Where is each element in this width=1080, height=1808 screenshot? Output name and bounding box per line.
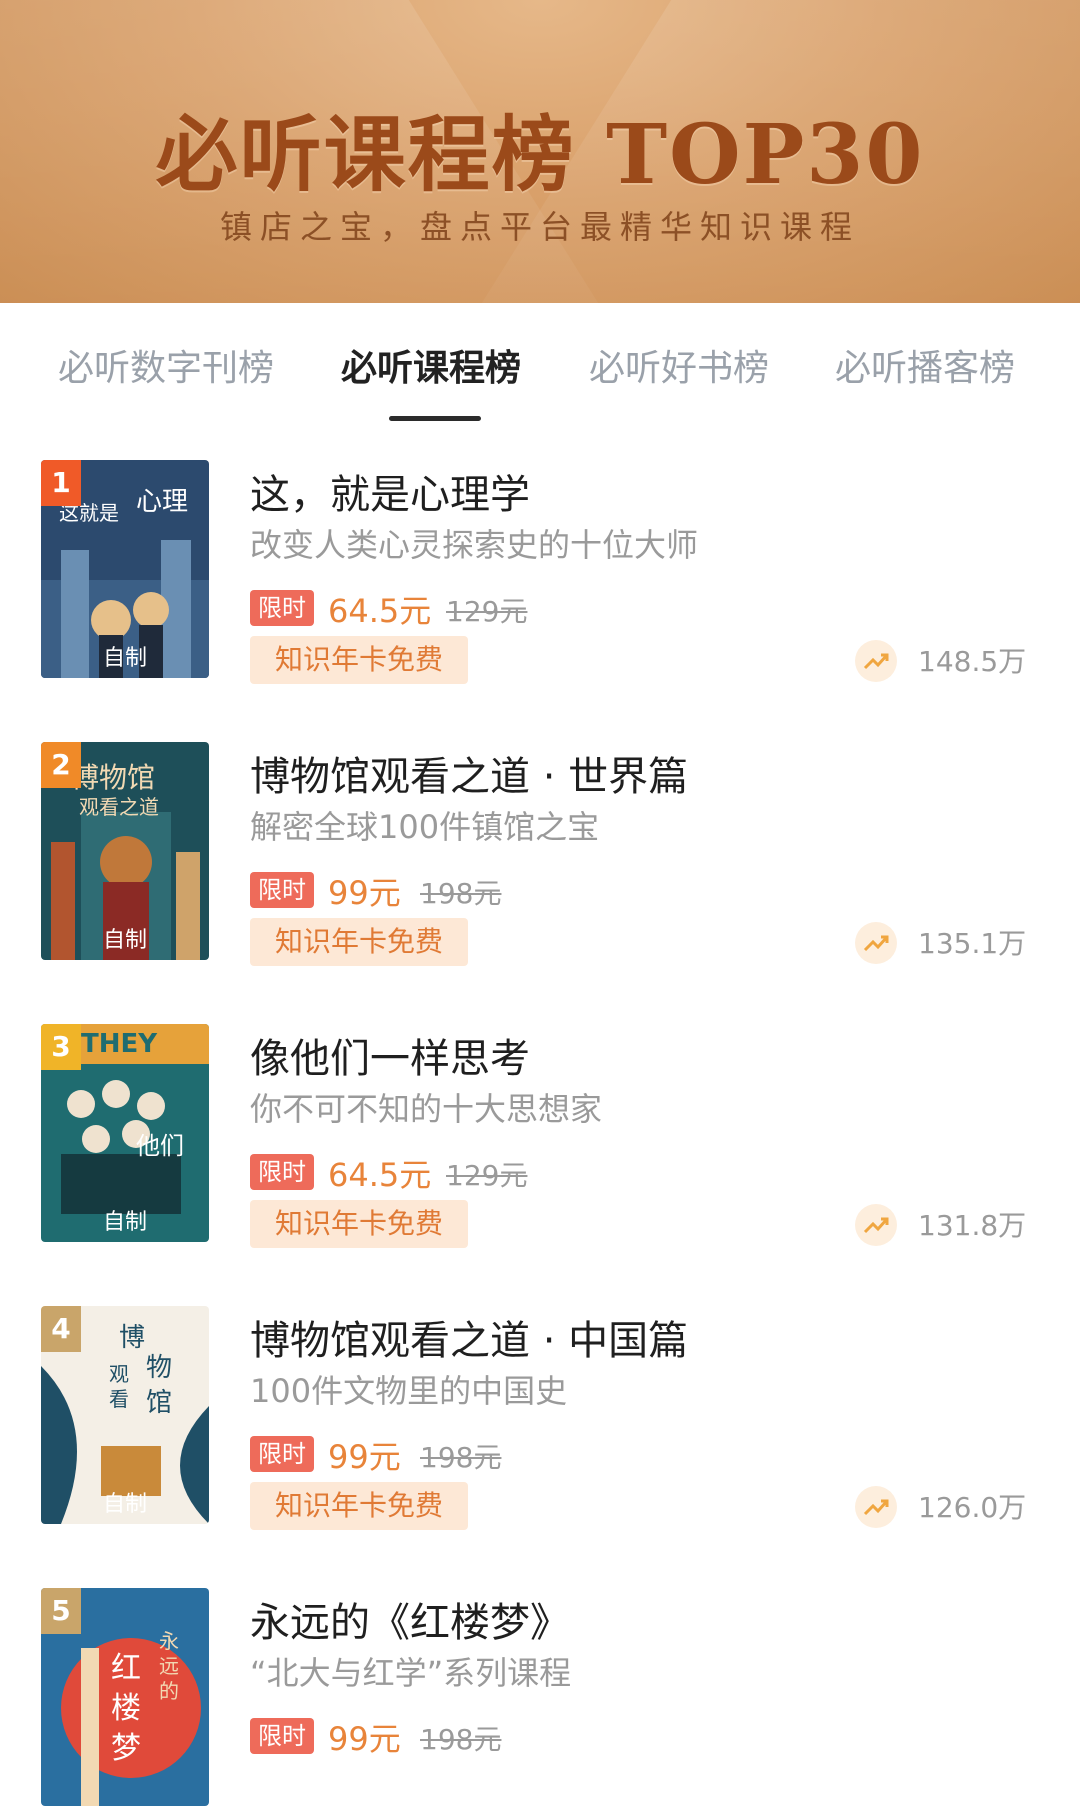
course-subtitle: 100件文物里的中国史 [250, 1372, 568, 1410]
limited-badge: 限时 [250, 872, 314, 908]
course-cover[interactable]: 博 物 馆 观 看 4 自制 [41, 1306, 209, 1524]
tab-bar: 必听数字刊榜 必听课程榜 必听好书榜 必听播客榜 [0, 303, 1080, 423]
free-with-card-label: 知识年卡免费 [250, 918, 468, 966]
limited-badge: 限时 [250, 1154, 314, 1190]
svg-text:远: 远 [159, 1654, 179, 1678]
tab-good-books[interactable]: 必听好书榜 [589, 339, 769, 391]
course-title[interactable]: 永远的《红楼梦》 [250, 1590, 570, 1648]
play-count: 131.8万 [918, 1209, 1027, 1242]
cover-tag: 自制 [102, 1492, 147, 1517]
cover-tag: 自制 [102, 1210, 147, 1235]
play-count: 126.0万 [918, 1491, 1027, 1524]
rank-badge: 5 [41, 1588, 81, 1634]
sale-price: 64.5元 [328, 1156, 432, 1194]
svg-text:梦: 梦 [111, 1731, 141, 1766]
svg-text:楼: 楼 [111, 1691, 141, 1726]
original-price: 198元 [420, 1441, 502, 1474]
rank-badge: 3 [41, 1024, 81, 1070]
sale-price: 99元 [328, 1438, 401, 1476]
sale-price: 64.5元 [328, 592, 432, 630]
course-cover[interactable]: 他们 THEY 3 自制 [41, 1024, 209, 1242]
course-cover[interactable]: 心理 这就是 1 自制 [41, 460, 209, 678]
svg-text:红: 红 [111, 1651, 141, 1686]
svg-text:观看之道: 观看之道 [79, 795, 159, 819]
sale-price: 99元 [328, 1720, 401, 1758]
play-count: 148.5万 [918, 645, 1027, 678]
free-with-card-label: 知识年卡免费 [250, 636, 468, 684]
top-banner: 必听课程榜 TOP30 镇店之宝，盘点平台最精华知识课程 [0, 0, 1080, 303]
original-price: 129元 [446, 595, 528, 628]
course-subtitle: 你不可不知的十大思想家 [250, 1090, 603, 1128]
course-title[interactable]: 这，就是心理学 [250, 462, 530, 520]
svg-text:博物馆: 博物馆 [71, 761, 155, 794]
free-with-card-label: 知识年卡免费 [250, 1200, 468, 1248]
svg-text:馆: 馆 [146, 1388, 172, 1418]
banner-title: 必听课程榜 TOP30 [155, 107, 925, 203]
tab-digital-magazine[interactable]: 必听数字刊榜 [58, 339, 274, 391]
course-cover[interactable]: 博物馆 观看之道 2 自制 [41, 742, 209, 960]
banner-subtitle: 镇店之宝，盘点平台最精华知识课程 [219, 208, 860, 246]
active-tab-indicator [389, 416, 481, 421]
course-subtitle: 改变人类心灵探索史的十位大师 [250, 526, 699, 564]
svg-text:永: 永 [159, 1629, 179, 1653]
cover-tag: 自制 [102, 928, 147, 953]
svg-text:博: 博 [119, 1323, 145, 1353]
svg-text:的: 的 [159, 1679, 179, 1703]
rank-badge: 1 [41, 460, 81, 506]
rank-badge: 4 [41, 1306, 81, 1352]
course-title[interactable]: 博物馆观看之道 · 中国篇 [250, 1308, 688, 1366]
list-item[interactable]: 他们 THEY 3 自制 像他们一样思考 你不可不知的十大思想家 限时 64.5… [0, 1004, 1080, 1248]
course-title[interactable]: 像他们一样思考 [250, 1026, 530, 1084]
original-price: 129元 [446, 1159, 528, 1192]
svg-text:他们: 他们 [136, 1132, 184, 1160]
svg-text:观: 观 [109, 1362, 129, 1386]
tab-courses[interactable]: 必听课程榜 [341, 339, 521, 391]
course-subtitle: “北大与红学”系列课程 [250, 1654, 572, 1692]
trending-icon [855, 1486, 897, 1528]
trending-icon [855, 640, 897, 682]
list-item[interactable]: 红 楼 梦 永 远 的 5 永远的《红楼梦》 “北大与红学”系列课程 限时 99… [0, 1568, 1080, 1808]
svg-text:心理: 心理 [136, 487, 188, 517]
limited-badge: 限时 [250, 590, 314, 626]
trending-icon [855, 922, 897, 964]
list-item[interactable]: 博物馆 观看之道 2 自制 博物馆观看之道 · 世界篇 解密全球100件镇馆之宝… [0, 722, 1080, 966]
trending-icon [855, 1204, 897, 1246]
original-price: 198元 [420, 1723, 502, 1756]
svg-text:物: 物 [146, 1353, 172, 1383]
list-item[interactable]: 心理 这就是 1 自制 这，就是心理学 改变人类心灵探索史的十位大师 限时 64… [0, 440, 1080, 684]
limited-badge: 限时 [250, 1436, 314, 1472]
original-price: 198元 [420, 877, 502, 910]
free-with-card-label: 知识年卡免费 [250, 1482, 468, 1530]
course-title[interactable]: 博物馆观看之道 · 世界篇 [250, 744, 688, 802]
course-cover[interactable]: 红 楼 梦 永 远 的 5 [41, 1588, 209, 1806]
svg-text:THEY: THEY [81, 1029, 158, 1059]
rank-badge: 2 [41, 742, 81, 788]
tab-podcasts[interactable]: 必听播客榜 [835, 339, 1015, 391]
cover-tag: 自制 [102, 646, 147, 671]
list-item[interactable]: 博 物 馆 观 看 4 自制 博物馆观看之道 · 中国篇 100件文物里的中国史… [0, 1286, 1080, 1530]
limited-badge: 限时 [250, 1718, 314, 1754]
play-count: 135.1万 [918, 927, 1027, 960]
course-subtitle: 解密全球100件镇馆之宝 [250, 808, 600, 846]
svg-text:看: 看 [109, 1387, 129, 1411]
sale-price: 99元 [328, 874, 401, 912]
